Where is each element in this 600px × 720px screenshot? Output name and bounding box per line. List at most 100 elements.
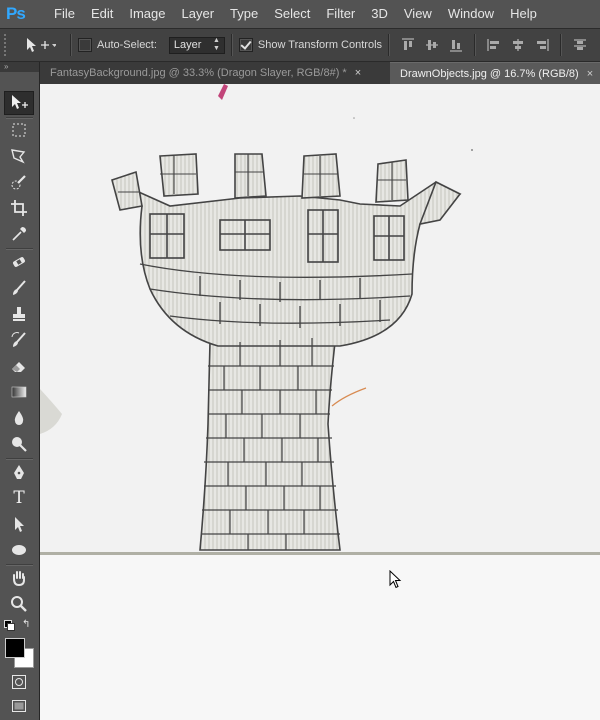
foreground-color-swatch[interactable] [5,638,25,658]
lasso-icon [11,149,26,164]
default-colors-icon[interactable] [4,620,15,631]
photoshop-logo: Ps [6,4,26,23]
tools-panel: » T ↰ [0,62,40,720]
align-left-icon [487,39,500,51]
align-horizontal-center-icon [513,39,524,51]
hand-tool[interactable] [4,566,34,590]
align-top-edges-button[interactable] [398,35,418,55]
hand-icon [13,571,25,587]
move-icon [12,95,28,109]
ellipse-icon [12,545,26,555]
menu-3d[interactable]: 3D [363,0,396,28]
path-selection-icon [15,517,24,532]
menu-help[interactable]: Help [502,0,545,28]
path-selection-tool[interactable] [4,512,34,536]
quick-selection-icon [11,175,26,190]
quick-selection-tool[interactable] [4,170,34,194]
options-separator [388,34,391,56]
dodge-tool[interactable] [4,432,34,456]
clone-stamp-tool[interactable] [4,302,34,326]
blur-icon [14,411,24,425]
options-separator [560,34,563,56]
menu-file[interactable]: File [46,0,83,28]
distribute-top-icon [574,39,587,50]
eyedropper-tool[interactable] [4,222,34,246]
options-separator [230,34,233,56]
menu-type[interactable]: Type [222,0,266,28]
healing-brush-tool[interactable] [4,250,34,274]
marquee-tool[interactable] [4,118,34,142]
options-bar-grip[interactable] [4,34,12,56]
align-bottom-edges-button[interactable] [446,35,466,55]
healing-brush-icon [13,257,25,267]
move-tool[interactable] [4,91,34,115]
menu-select[interactable]: Select [266,0,318,28]
menu-bar: Ps File Edit Image Layer Type Select Fil… [0,0,600,29]
move-tool-preset-icon [27,38,56,52]
eraser-icon [12,362,25,372]
pen-tool[interactable] [4,460,34,484]
menu-view[interactable]: View [396,0,440,28]
align-bottom-icon [450,40,463,52]
zoom-icon [11,596,27,612]
canvas-lower-area [40,552,600,720]
options-separator [474,34,477,56]
blur-tool[interactable] [4,406,34,430]
lasso-tool[interactable] [4,144,34,168]
dodge-icon [12,437,27,452]
crop-icon [11,200,27,216]
swap-colors-icon[interactable]: ↰ [22,619,30,630]
align-vertical-centers-button[interactable] [422,35,442,55]
crop-tool[interactable] [4,196,34,220]
screen-mode-icon [12,700,26,712]
mouse-cursor-icon [389,570,402,589]
history-brush-icon [11,332,26,347]
tools-panel-collapse[interactable]: » [0,62,39,72]
brush-tool[interactable] [4,276,34,300]
ellipse-tool[interactable] [4,538,34,562]
auto-select-target-dropdown[interactable]: Layer ▲ ▼ [168,36,225,54]
screen-mode-button[interactable] [4,694,34,718]
quick-mask-button[interactable] [4,670,34,694]
type-tool[interactable]: T [4,486,34,510]
align-right-icon [537,39,549,51]
document-canvas[interactable] [40,84,600,720]
type-icon: T [13,488,25,508]
show-transform-controls-checkbox[interactable] [238,38,253,52]
quick-mask-icon [12,675,26,689]
align-top-icon [402,38,415,50]
menu-filter[interactable]: Filter [318,0,363,28]
tab-label: DrawnObjects.jpg @ 16.7% (RGB/8) [400,67,579,80]
tool-preset-picker[interactable] [22,36,64,54]
align-right-edges-button[interactable] [532,35,552,55]
brush-icon [13,280,26,295]
close-tab-icon[interactable]: × [355,67,361,79]
pen-icon [14,465,24,479]
dropdown-arrows-icon: ▲ ▼ [212,37,220,52]
menu-image[interactable]: Image [121,0,173,28]
align-left-edges-button[interactable] [484,35,504,55]
tab-drawn-objects[interactable]: DrawnObjects.jpg @ 16.7% (RGB/8) × [390,62,600,84]
menu-layer[interactable]: Layer [174,0,223,28]
distribute-top-edges-button[interactable] [570,35,590,55]
tab-fantasy-background[interactable]: FantasyBackground.jpg @ 33.3% (Dragon Sl… [40,62,390,84]
align-vertical-center-icon [426,40,439,50]
show-transform-controls-label: Show Transform Controls [257,39,383,51]
menu-edit[interactable]: Edit [83,0,121,28]
gradient-tool[interactable] [4,380,34,404]
zoom-tool[interactable] [4,592,34,616]
options-bar: Auto-Select: Layer ▲ ▼ Show Transform Con… [0,29,600,62]
history-brush-tool[interactable] [4,328,34,352]
clone-stamp-icon [13,307,25,321]
menu-window[interactable]: Window [440,0,502,28]
eraser-tool[interactable] [4,354,34,378]
document-tab-bar: FantasyBackground.jpg @ 33.3% (Dragon Sl… [40,62,600,84]
auto-select-checkbox[interactable] [78,38,92,52]
tab-label: FantasyBackground.jpg @ 33.3% (Dragon Sl… [50,67,347,79]
auto-select-label: Auto-Select: [97,39,157,51]
align-horizontal-centers-button[interactable] [508,35,528,55]
gradient-icon [11,386,27,398]
auto-select-target-value: Layer [173,39,202,51]
close-tab-icon[interactable]: × [587,68,593,80]
options-separator [70,34,72,56]
